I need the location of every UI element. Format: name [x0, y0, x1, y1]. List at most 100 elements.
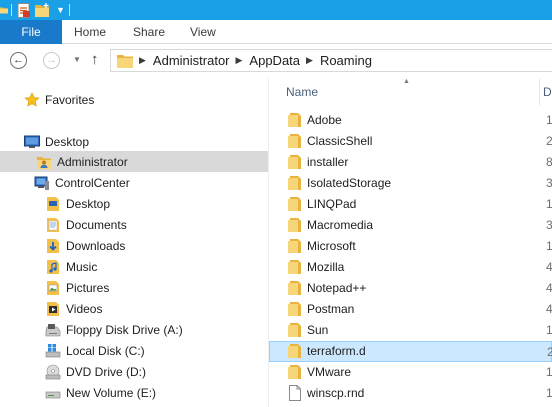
forward-button[interactable]: → [43, 52, 60, 69]
column-divider[interactable] [539, 79, 540, 105]
file-row[interactable]: ClassicShell 2 [269, 131, 552, 152]
nav-label: DVD Drive (D:) [66, 364, 146, 379]
file-row[interactable]: IsolatedStorage 3 [269, 173, 552, 194]
address-bar[interactable]: ▶ Administrator ▶ AppData ▶ Roaming [110, 49, 552, 72]
folder-icon [287, 364, 303, 380]
column-header-name[interactable]: Name [286, 85, 318, 99]
file-row[interactable]: winscp.rnd 1 [269, 383, 552, 404]
breadcrumb-appdata[interactable]: AppData [249, 53, 300, 68]
nav-label: Desktop [45, 134, 90, 149]
folder-icon [287, 322, 303, 338]
computer-icon [34, 175, 50, 191]
tab-home[interactable]: Home [74, 20, 106, 44]
file-date: 1 [546, 323, 552, 337]
nav-item-downloads[interactable]: Downloads [0, 235, 268, 256]
toolbar-separator [68, 4, 70, 16]
breadcrumb-chevron-icon[interactable]: ▶ [306, 55, 313, 66]
file-row[interactable]: Macromedia 3 [269, 215, 552, 236]
nav-label: ControlCenter [55, 175, 130, 190]
file-row[interactable]: Sun 1 [269, 320, 552, 341]
nav-item-documents[interactable]: Documents [0, 214, 268, 235]
file-row[interactable]: Notepad++ 4 [269, 278, 552, 299]
nav-desktop[interactable]: Desktop [0, 131, 268, 152]
nav-item-pictures[interactable]: Pictures [0, 277, 268, 298]
folder-icon [287, 343, 303, 359]
file-row[interactable]: Adobe 1 [269, 110, 552, 131]
breadcrumb-chevron-icon[interactable]: ▶ [236, 55, 243, 66]
nav-item-music[interactable]: Music [0, 256, 268, 277]
file-row-selected[interactable]: terraform.d 2 [269, 341, 552, 362]
sort-ascending-icon: ▲ [403, 78, 410, 85]
nav-item-desktop[interactable]: Desktop [0, 193, 268, 214]
breadcrumb-administrator[interactable]: Administrator [153, 53, 230, 68]
nav-item-local-disk[interactable]: Local Disk (C:) [0, 340, 268, 361]
drive-icon [45, 385, 61, 401]
file-name: LINQPad [307, 197, 357, 211]
tab-share[interactable]: Share [133, 20, 165, 44]
back-button[interactable]: ← [10, 52, 27, 69]
file-row[interactable]: Mozilla 4 [269, 257, 552, 278]
file-date: 4 [546, 302, 552, 316]
nav-label: Local Disk (C:) [66, 343, 145, 358]
folder-icon [287, 112, 303, 128]
file-row[interactable]: installer 8 [269, 152, 552, 173]
column-header-date[interactable]: D [543, 85, 552, 99]
downloads-folder-icon [45, 238, 61, 254]
tab-file[interactable]: File [0, 20, 62, 44]
folder-icon [287, 301, 303, 317]
new-folder-icon[interactable] [35, 2, 51, 18]
file-name: Microsoft [307, 239, 356, 253]
breadcrumb-roaming[interactable]: Roaming [320, 53, 372, 68]
nav-label: Favorites [45, 92, 95, 107]
file-list: Name ▲ D Adobe 1 ClassicShell 2 installe… [269, 77, 552, 407]
back-arrow-icon: ← [13, 54, 24, 66]
star-icon [24, 91, 40, 108]
nav-item-dvd-drive[interactable]: DVD Drive (D:) [0, 361, 268, 382]
folder-icon [287, 133, 303, 149]
dvd-drive-icon [45, 364, 61, 380]
forward-arrow-icon: → [46, 54, 57, 66]
file-name: ClassicShell [307, 134, 373, 148]
file-name: Mozilla [307, 260, 345, 274]
windows-drive-icon [45, 343, 61, 359]
user-folder-icon [36, 154, 52, 170]
file-name: Notepad++ [307, 281, 367, 295]
nav-favorites[interactable]: Favorites [0, 89, 268, 110]
file-row[interactable]: VMware 1 [269, 362, 552, 383]
recent-locations-dropdown-icon[interactable]: ▼ [73, 55, 81, 64]
tab-view[interactable]: View [190, 20, 216, 44]
file-date: 2 [546, 134, 552, 148]
file-date: 1 [546, 197, 552, 211]
folder-icon [287, 238, 303, 254]
documents-folder-icon [45, 217, 61, 233]
file-date: 1 [546, 113, 552, 127]
file-name: installer [307, 155, 349, 169]
toolbar-separator [11, 4, 12, 16]
file-row[interactable]: Microsoft 1 [269, 236, 552, 257]
nav-label: Videos [66, 301, 103, 316]
up-arrow-icon[interactable]: ↑ [91, 51, 99, 68]
nav-computer[interactable]: ControlCenter [0, 172, 268, 193]
file-date: 4 [546, 260, 552, 274]
file-row[interactable]: LINQPad 1 [269, 194, 552, 215]
folder-icon [117, 54, 133, 68]
breadcrumb-chevron-icon[interactable]: ▶ [139, 55, 146, 66]
nav-item-floppy-drive[interactable]: Floppy Disk Drive (A:) [0, 319, 268, 340]
file-date: 3 [546, 176, 552, 190]
nav-administrator[interactable]: Administrator [0, 151, 268, 172]
folder-icon [287, 280, 303, 296]
folder-icon [287, 154, 303, 170]
navigation-bar: ← → ▼ ↑ ▶ Administrator ▶ AppData ▶ Roam… [0, 45, 552, 76]
file-name: winscp.rnd [307, 386, 365, 400]
ribbon: File Home Share View [0, 20, 552, 44]
nav-item-videos[interactable]: Videos [0, 298, 268, 319]
file-date: 8 [546, 155, 552, 169]
nav-item-new-volume[interactable]: New Volume (E:) [0, 382, 268, 403]
file-date: 1 [546, 239, 552, 253]
properties-icon[interactable] [16, 2, 32, 18]
pictures-folder-icon [45, 280, 61, 296]
folder-icon [287, 259, 303, 275]
desktop-icon [24, 134, 40, 150]
customize-toolbar-dropdown-icon[interactable]: ▼ [56, 5, 65, 15]
file-row[interactable]: Postman 4 [269, 299, 552, 320]
